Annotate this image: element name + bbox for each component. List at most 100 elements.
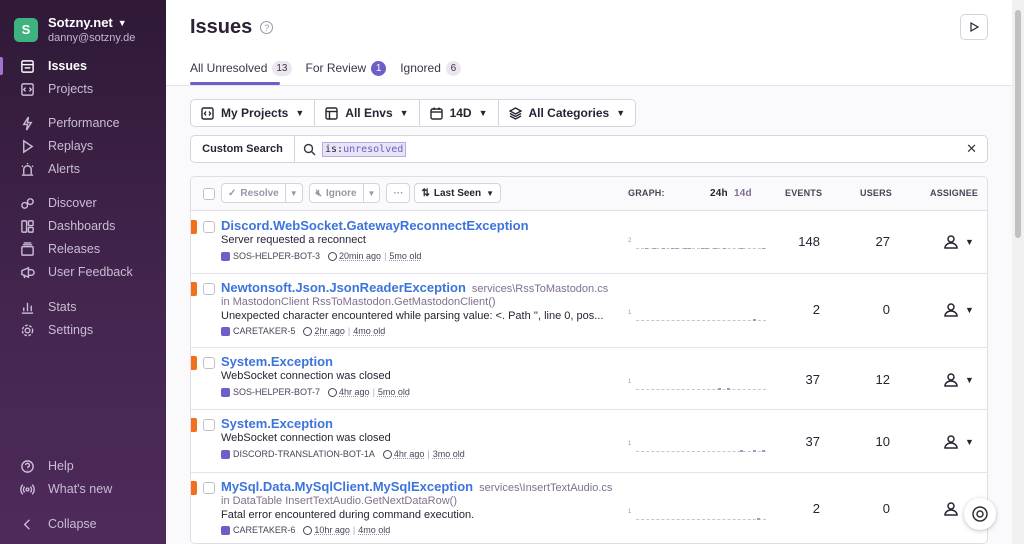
sidebar-item-replays[interactable]: Replays: [0, 135, 166, 157]
sidebar-item-performance[interactable]: Performance: [0, 112, 166, 134]
sidebar-item-label: Projects: [48, 82, 94, 96]
event-graph: 1: [628, 441, 766, 455]
assignee-selector[interactable]: ▼: [943, 434, 974, 450]
assignee-selector[interactable]: ▼: [943, 372, 974, 388]
org-switcher[interactable]: S Sotzny.net ▼ danny@sotzny.de: [14, 15, 135, 44]
assistant-button[interactable]: [964, 498, 996, 530]
page-scrollbar[interactable]: [1012, 0, 1024, 544]
row-checkbox[interactable]: [203, 283, 215, 295]
issue-message: Server requested a reconnect: [221, 234, 366, 246]
project-slug[interactable]: SOS-HELPER-BOT-3: [233, 251, 320, 261]
issue-meta: SOS-HELPER-BOT-7 4hr ago | 5mo old: [221, 387, 410, 397]
sidebar-item-help[interactable]: Help: [0, 455, 166, 477]
project-slug[interactable]: DISCORD-TRANSLATION-BOT-1A: [233, 449, 375, 459]
chevron-down-icon: ▼: [486, 188, 495, 198]
graph-bar: [753, 450, 756, 452]
sidebar-item-discover[interactable]: Discover: [0, 192, 166, 214]
environment-filter[interactable]: All Envs ▼: [315, 100, 420, 126]
issue-title[interactable]: System.Exception: [221, 354, 333, 369]
sidebar-item-releases[interactable]: Releases: [0, 238, 166, 260]
table-row[interactable]: Newtonsoft.Json.JsonReaderException servi…: [191, 274, 987, 348]
graph-bar: [722, 248, 726, 249]
sidebar-item-alerts[interactable]: Alerts: [0, 158, 166, 180]
user-icon: [944, 303, 958, 317]
tab-for-review[interactable]: For Review 1: [306, 58, 387, 78]
tab-ignored[interactable]: Ignored 6: [400, 58, 461, 78]
count-badge: 1: [371, 60, 387, 76]
sidebar-item-label: Stats: [48, 300, 77, 314]
more-actions-button[interactable]: ···: [386, 183, 411, 203]
graph-range-24h[interactable]: 24h: [710, 188, 728, 199]
project-slug[interactable]: SOS-HELPER-BOT-7: [233, 387, 320, 397]
first-seen: 5mo old: [377, 387, 410, 397]
assignee-selector[interactable]: ▼: [943, 302, 974, 318]
table-header: ✓ Resolve ▼ 🔇︎ Ignore ▼ ··· ⇅ Last Seen ▼ GR…: [191, 177, 987, 211]
issues-table: ✓ Resolve ▼ 🔇︎ Ignore ▼ ··· ⇅ Last Seen ▼ GR…: [190, 176, 988, 544]
ignore-dropdown[interactable]: ▼: [363, 183, 381, 203]
issue-title[interactable]: MySql.Data.MySqlClient.MySqlException ser…: [221, 479, 612, 494]
project-slug[interactable]: CARETAKER-5: [233, 326, 295, 336]
row-checkbox[interactable]: [203, 482, 215, 494]
level-indicator: [191, 481, 197, 495]
issues-icon: [19, 58, 35, 74]
issue-title[interactable]: System.Exception: [221, 416, 333, 431]
resolve-button[interactable]: ✓ Resolve: [221, 183, 286, 203]
search-token[interactable]: is:unresolved: [322, 141, 407, 157]
row-checkbox[interactable]: [203, 221, 215, 233]
table-row[interactable]: System.Exception WebSocket connection wa…: [191, 410, 987, 473]
table-row[interactable]: MySql.Data.MySqlClient.MySqlException ser…: [191, 473, 987, 543]
select-all-checkbox[interactable]: [203, 188, 215, 200]
openai-icon: [972, 506, 988, 522]
sidebar-item-settings[interactable]: Settings: [0, 319, 166, 341]
project-slug[interactable]: CARETAKER-6: [233, 525, 295, 535]
ignore-button[interactable]: 🔇︎ Ignore: [308, 183, 364, 203]
close-icon[interactable]: ✕: [966, 136, 977, 162]
issue-title[interactable]: Newtonsoft.Json.JsonReaderException servi…: [221, 280, 608, 295]
assignee-selector[interactable]: ▼: [943, 234, 974, 250]
graph-bar: [644, 248, 648, 249]
event-count: 37: [805, 372, 820, 387]
chevron-down-icon: ▼: [117, 17, 127, 28]
gear-icon: [19, 322, 35, 338]
chevron-left-icon: [19, 516, 35, 532]
table-row[interactable]: System.Exception WebSocket connection wa…: [191, 348, 987, 410]
user-count: 0: [882, 501, 890, 516]
issue-meta: CARETAKER-6 10hr ago | 4mo old: [221, 525, 390, 535]
project-avatar: [221, 525, 230, 535]
question-icon[interactable]: ?: [260, 21, 274, 34]
issue-location: services\RssToMastodon.cs: [471, 283, 609, 295]
custom-search-button[interactable]: Custom Search: [191, 136, 295, 162]
chevron-down-icon: ▼: [965, 375, 974, 385]
row-checkbox[interactable]: [203, 357, 215, 369]
sidebar-item-stats[interactable]: Stats: [0, 296, 166, 318]
date-filter[interactable]: 14D ▼: [420, 100, 499, 126]
sidebar-collapse[interactable]: Collapse: [0, 513, 166, 535]
search-input[interactable]: is:unresolved: [295, 136, 966, 162]
sidebar-item-label: Help: [48, 459, 74, 473]
sidebar-item-whats-new[interactable]: What's new: [0, 478, 166, 500]
project-filter[interactable]: My Projects ▼: [191, 100, 316, 126]
category-filter[interactable]: All Categories ▼: [499, 100, 636, 126]
assignee-selector[interactable]: [943, 501, 959, 517]
chevron-down-icon: ▼: [399, 108, 409, 118]
sidebar-item-dashboards[interactable]: Dashboards: [0, 215, 166, 237]
graph-bar: [714, 248, 717, 249]
tab-all-unresolved[interactable]: All Unresolved 13: [190, 58, 292, 78]
sidebar-item-projects[interactable]: Projects: [0, 78, 166, 100]
table-row[interactable]: Discord.WebSocket.GatewayReconnectExcept…: [191, 212, 987, 274]
play-button[interactable]: [960, 14, 988, 40]
scrollbar-thumb[interactable]: [1015, 10, 1021, 238]
sort-button[interactable]: ⇅ Last Seen ▼: [414, 183, 502, 203]
chevron-down-icon: ▼: [965, 305, 974, 315]
issue-title[interactable]: Discord.WebSocket.GatewayReconnectExcept…: [221, 218, 529, 233]
resolve-dropdown[interactable]: ▼: [285, 183, 303, 203]
row-checkbox[interactable]: [203, 419, 215, 431]
event-count: 37: [805, 434, 820, 449]
issue-culprit: in DataTable InsertTextAudio.GetNextData…: [221, 495, 457, 507]
chevron-down-icon: ▼: [367, 188, 376, 198]
sidebar-item-user-feedback[interactable]: User Feedback: [0, 261, 166, 283]
clock-icon: [303, 525, 313, 535]
sidebar-item-issues[interactable]: Issues: [0, 55, 166, 77]
graph-range-14d[interactable]: 14d: [734, 188, 752, 199]
lightning-icon: [19, 115, 35, 131]
